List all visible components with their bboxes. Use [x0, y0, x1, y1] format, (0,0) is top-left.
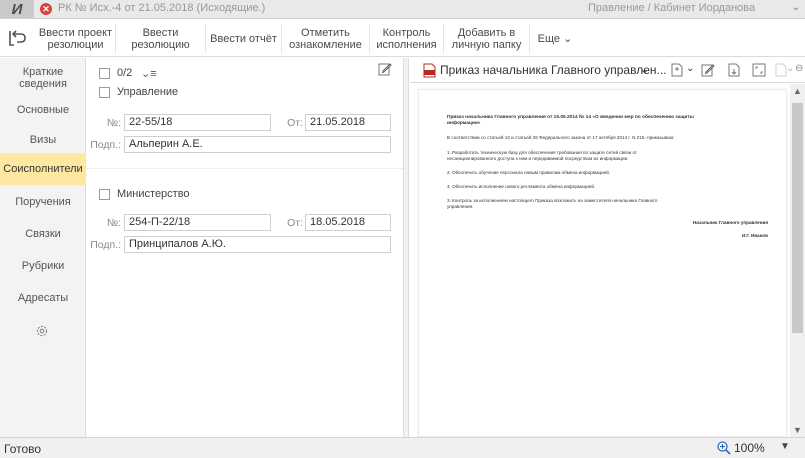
nav-label: Связки: [25, 228, 61, 240]
page-text-line: Приказ начальника Главного управления от…: [447, 115, 694, 120]
document-page: Приказ начальника Главного управления от…: [418, 89, 787, 437]
scroll-up-icon[interactable]: ▲: [793, 86, 802, 96]
chevron-down-icon[interactable]: ⌄: [686, 63, 700, 77]
org-name: Управление: [117, 86, 179, 98]
button-label: Ввести проект резолюции: [38, 26, 113, 51]
app-window: И ✕ РК № Исх.-4 от 21.05.2018 (Исходящие…: [0, 0, 805, 458]
nav-item-visas[interactable]: Визы: [0, 124, 86, 156]
gear-icon[interactable]: [35, 324, 49, 338]
number-label: №:: [106, 217, 121, 229]
page-text-line: 2. Обеспечить обучение персонала новым п…: [447, 170, 611, 175]
app-logo: И: [0, 0, 34, 18]
page-text-line: управления.: [447, 204, 474, 209]
org-checkbox[interactable]: [99, 189, 110, 200]
date-field[interactable]: 21.05.2018: [305, 114, 391, 131]
return-icon[interactable]: [6, 28, 28, 48]
viewer-header: Приказ начальника Главного управлен... ⌄…: [410, 58, 805, 83]
title-bar: И ✕ РК № Исх.-4 от 21.05.2018 (Исходящие…: [0, 0, 805, 19]
toolbar: Ввести проект резолюции Ввести резолюцию…: [0, 20, 805, 57]
panel-splitter[interactable]: [403, 58, 409, 437]
signer-label: Подп.:: [90, 239, 121, 251]
new-file-icon[interactable]: [670, 63, 684, 77]
zoom-dropdown-icon[interactable]: ▼: [780, 441, 790, 452]
status-text: Готово: [4, 442, 42, 456]
signer-field[interactable]: Принципалов А.Ю.: [124, 236, 391, 253]
nav-item-coexecutors[interactable]: Соисполнители: [0, 153, 86, 185]
add-to-folder-button[interactable]: Добавить в личную папку: [444, 24, 530, 53]
cabinet-title: Правление / Кабинет Иорданова: [588, 2, 756, 14]
page-text-line: информации»: [447, 121, 481, 126]
button-label: Ввести резолюцию: [131, 26, 190, 51]
chevron-down-icon[interactable]: ⌄: [640, 63, 654, 77]
nav-item-links[interactable]: Связки: [0, 218, 86, 250]
page-text-line: 3. Обеспечить исполнение нового регламен…: [447, 184, 596, 189]
mark-acquaintance-button[interactable]: Отметить ознакомление: [282, 24, 370, 53]
page-signature-name: И.Г. Иванов: [741, 233, 768, 238]
more-icon[interactable]: ⊖: [795, 63, 805, 77]
page-text-line: В соответствии со статьей 12 и статьей 2…: [447, 135, 675, 140]
execution-control-button[interactable]: Контроль исполнения: [370, 24, 444, 53]
nav-item-brief-info[interactable]: Краткие сведения: [0, 62, 86, 94]
pdf-icon: [423, 63, 436, 78]
save-file-icon[interactable]: [727, 63, 741, 77]
nav-label: Рубрики: [21, 260, 65, 272]
button-label: Еще ⌄: [537, 32, 573, 45]
group-separator: [87, 168, 403, 169]
nav-label: Основные: [16, 104, 70, 116]
more-button[interactable]: Еще ⌄: [530, 24, 580, 53]
page-text-line: несанкционированного доступа к ним и пер…: [447, 156, 629, 161]
nav-item-addressees[interactable]: Адресаты: [0, 282, 86, 314]
nav-label: Визы: [29, 134, 57, 146]
button-label: Отметить ознакомление: [289, 26, 362, 51]
signer-field[interactable]: Альперин А.Е.: [124, 136, 391, 153]
scroll-down-icon[interactable]: ▼: [793, 425, 802, 435]
chevron-down-icon[interactable]: ⌄: [792, 2, 800, 13]
button-label: Добавить в личную папку: [451, 26, 522, 51]
document-title: РК № Исх.-4 от 21.05.2018 (Исходящие.): [58, 2, 266, 14]
number-label: №:: [106, 117, 121, 129]
close-card-icon[interactable]: ✕: [40, 3, 52, 15]
zoom-in-icon[interactable]: [716, 440, 732, 456]
button-label: Ввести отчёт: [210, 32, 277, 45]
coexecutors-panel: 0/2 ⌄≡ Управление №: 22-55/18 От: 21.05.…: [87, 58, 403, 437]
nav-label: Краткие сведения: [19, 66, 67, 90]
nav-item-main[interactable]: Основные: [0, 94, 86, 126]
date-field[interactable]: 18.05.2018: [305, 214, 391, 231]
zoom-level: 100%: [734, 441, 765, 455]
selection-counter: 0/2: [117, 67, 133, 79]
page-text-line: 3. Контроль за исполнением настоящего Пр…: [447, 198, 658, 203]
org-checkbox[interactable]: [99, 87, 110, 98]
scrollbar-thumb[interactable]: [792, 103, 803, 333]
org-name: Министерство: [117, 188, 190, 200]
button-label: Контроль исполнения: [376, 26, 437, 51]
nav-item-assignments[interactable]: Поручения: [0, 186, 86, 218]
edit-icon[interactable]: [378, 62, 392, 76]
date-label: От:: [287, 117, 303, 129]
sort-dropdown[interactable]: ⌄≡: [141, 67, 157, 80]
nav-label: Поручения: [15, 196, 71, 208]
vertical-scrollbar[interactable]: ▲ ▼: [790, 84, 805, 437]
signer-label: Подп.:: [90, 139, 121, 151]
date-label: От:: [287, 217, 303, 229]
page-area[interactable]: Приказ начальника Главного управления от…: [410, 84, 790, 437]
document-viewer: Приказ начальника Главного управлен... ⌄…: [410, 58, 805, 437]
nav-label: Адресаты: [17, 292, 69, 304]
nav-label: Соисполнители: [3, 163, 83, 175]
enter-report-button[interactable]: Ввести отчёт: [206, 24, 282, 53]
left-nav: Краткие сведения Основные Визы Соисполни…: [0, 58, 86, 437]
page-signature-title: Начальник Главного управления: [692, 220, 768, 225]
fullscreen-icon[interactable]: [752, 63, 766, 77]
enter-resolution-button[interactable]: Ввести резолюцию: [116, 24, 206, 53]
document-selector[interactable]: Приказ начальника Главного управлен...: [440, 63, 667, 77]
enter-draft-resolution-button[interactable]: Ввести проект резолюции: [36, 24, 116, 53]
select-all-checkbox[interactable]: [99, 68, 110, 79]
number-field[interactable]: 22-55/18: [124, 114, 271, 131]
number-field[interactable]: 254-П-22/18: [124, 214, 271, 231]
nav-item-rubrics[interactable]: Рубрики: [0, 250, 86, 282]
status-bar: Готово 100% ▼: [0, 437, 805, 458]
edit-icon[interactable]: [701, 63, 715, 77]
